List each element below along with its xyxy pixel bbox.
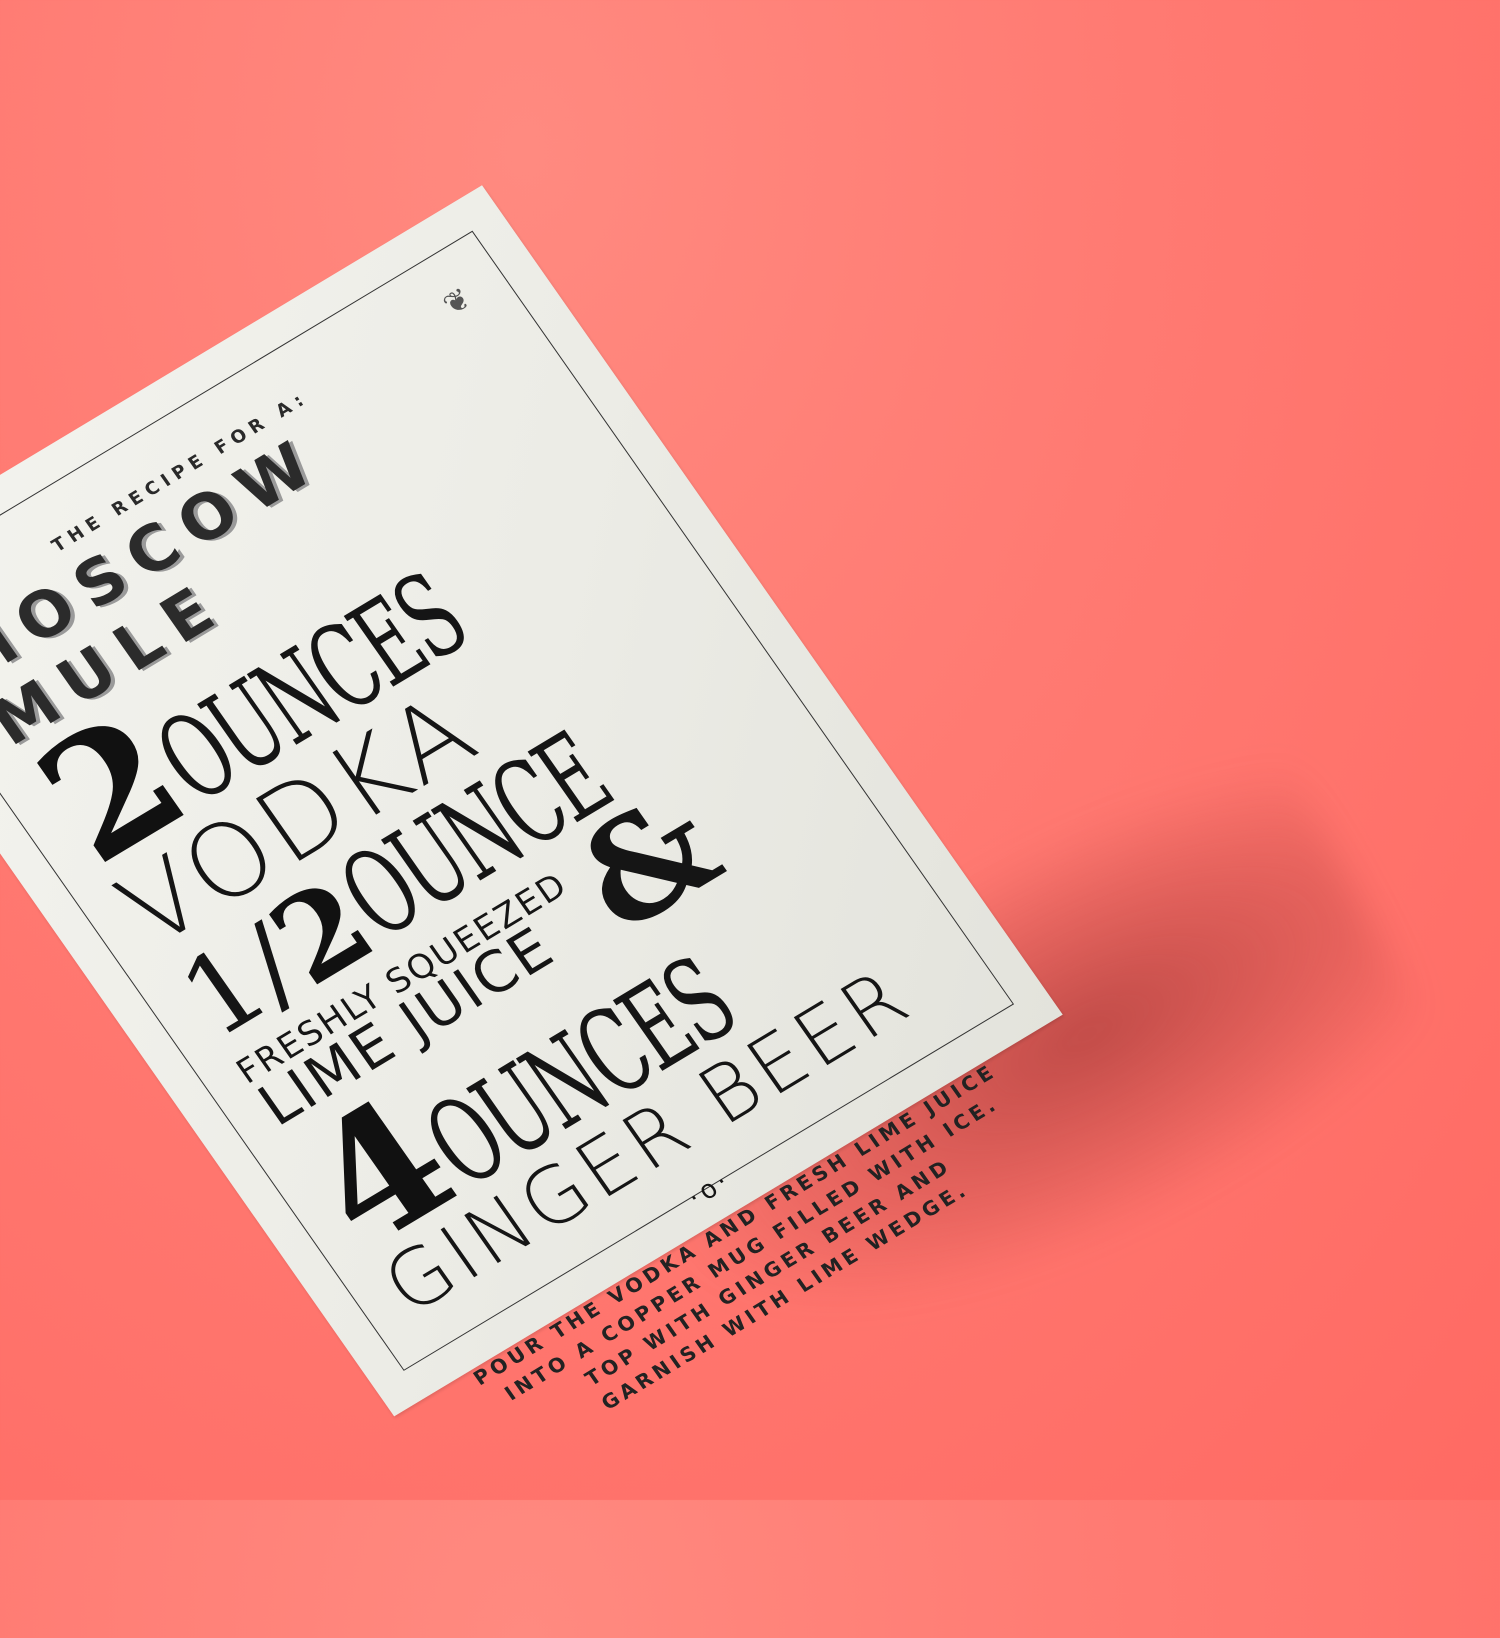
- poster-sheet: ❧ ❦ THE RECIPE FOR A: MOSCOW MULE 2 OUNC…: [0, 72, 1407, 1638]
- paper: ❧ ❦ THE RECIPE FOR A: MOSCOW MULE 2 OUNC…: [0, 185, 1063, 1417]
